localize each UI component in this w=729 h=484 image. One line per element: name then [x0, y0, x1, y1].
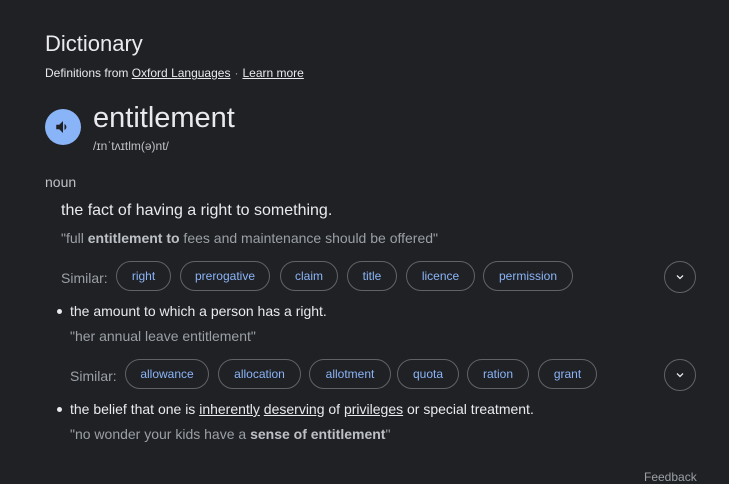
example-1: "full entitlement to fees and maintenanc…	[61, 230, 438, 246]
source-prefix: Definitions from	[45, 66, 129, 80]
similar-label-1: Similar:	[61, 270, 108, 286]
phonetic-spelling: /ɪnˈtʌɪtlm(ə)nt/	[93, 139, 169, 153]
similar-chip[interactable]: grant	[538, 359, 597, 389]
source-line: Definitions from Oxford Languages · Learn …	[45, 66, 304, 80]
definition-1: the fact of having a right to something.	[61, 202, 333, 219]
chevron-down-icon	[676, 275, 684, 280]
similar-chip[interactable]: allocation	[218, 359, 301, 389]
similar-chip[interactable]: permission	[483, 261, 573, 291]
dictionary-title: Dictionary	[45, 31, 143, 56]
example-2: "her annual leave entitlement"	[70, 328, 256, 344]
feedback-link[interactable]: Feedback	[644, 470, 697, 484]
similar-chip[interactable]: ration	[467, 359, 529, 389]
separator: ·	[234, 66, 239, 80]
similar-chip[interactable]: right	[116, 261, 171, 291]
definition-3: the belief that one is inherently deserv…	[70, 401, 534, 417]
example-3: "no wonder your kids have a sense of ent…	[70, 426, 391, 442]
similar-chip[interactable]: allotment	[309, 359, 391, 389]
similar-chip[interactable]: prerogative	[180, 261, 270, 291]
expand-similar-button-1[interactable]	[664, 261, 696, 293]
similar-chip[interactable]: licence	[406, 261, 475, 291]
oxford-languages-link[interactable]: Oxford Languages	[132, 66, 231, 80]
privileges-link[interactable]: privileges	[344, 401, 403, 417]
expand-similar-button-2[interactable]	[664, 359, 696, 391]
chevron-down-icon	[676, 373, 684, 378]
similar-chip[interactable]: title	[347, 261, 397, 291]
learn-more-link[interactable]: Learn more	[242, 66, 303, 80]
definition-2: the amount to which a person has a right…	[70, 303, 327, 319]
volume-icon	[56, 121, 67, 133]
inherently-link[interactable]: inherently	[199, 401, 260, 417]
similar-chip[interactable]: quota	[397, 359, 459, 389]
pronunciation-button[interactable]	[45, 109, 81, 145]
bullet	[57, 309, 62, 314]
bullet	[57, 407, 62, 412]
deserving-link[interactable]: deserving	[264, 401, 325, 417]
similar-chip[interactable]: claim	[280, 261, 338, 291]
similar-label-2: Similar:	[70, 368, 117, 384]
headword: entitlement	[93, 102, 235, 134]
part-of-speech: noun	[45, 174, 77, 190]
similar-chip[interactable]: allowance	[125, 359, 209, 389]
